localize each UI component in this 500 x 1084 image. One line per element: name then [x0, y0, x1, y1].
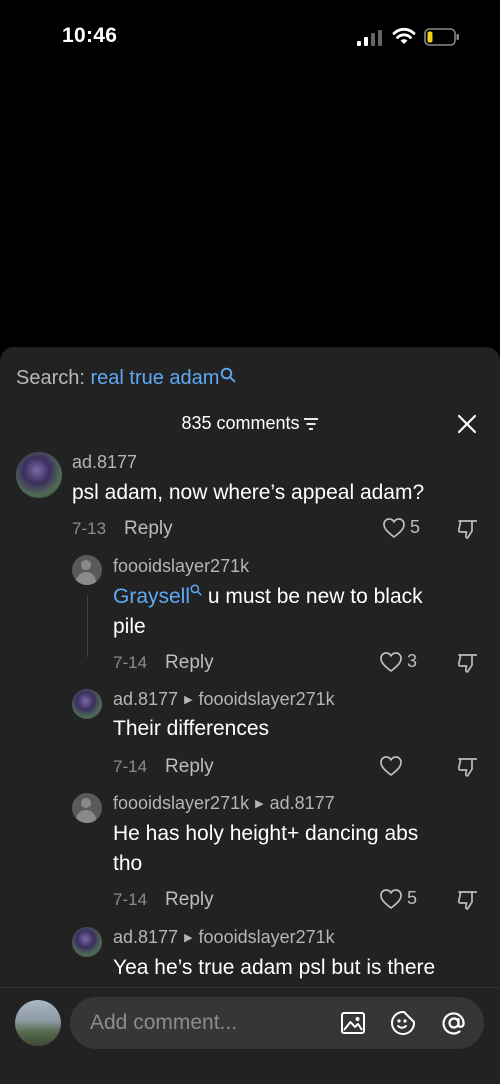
like-button[interactable]: 5: [382, 517, 428, 541]
comment-username[interactable]: ad.8177 ▶ foooidslayer271k: [113, 689, 335, 710]
comment-count: 835 comments: [181, 413, 300, 433]
heart-icon: [380, 889, 402, 910]
filter-icon[interactable]: [303, 417, 319, 431]
reply-author[interactable]: ad.8177: [113, 927, 178, 947]
battery-icon: [424, 28, 459, 46]
reply-arrow-icon: ▶: [255, 798, 264, 810]
comment-date: 7-14: [113, 653, 148, 672]
avatar[interactable]: [16, 452, 62, 498]
search-term[interactable]: real true adam: [90, 367, 219, 389]
reply-target[interactable]: foooidslayer271k: [199, 689, 335, 709]
like-count: 3: [407, 651, 418, 671]
dislike-icon[interactable]: [456, 888, 480, 912]
mention-icon[interactable]: [441, 1010, 467, 1036]
comment-text-line: pile: [113, 615, 146, 638]
dislike-icon[interactable]: [456, 517, 480, 541]
reply-arrow-icon: ▶: [184, 932, 193, 944]
reply-arrow-icon: ▶: [184, 694, 193, 706]
avatar[interactable]: [72, 689, 102, 719]
comment-text: Their differences: [113, 717, 270, 740]
comment-username[interactable]: ad.8177: [72, 452, 137, 473]
comment-count-row[interactable]: 835 comments: [0, 413, 500, 434]
reply-button[interactable]: Reply: [165, 756, 214, 777]
dislike-icon[interactable]: [456, 755, 480, 779]
emoji-icon[interactable]: [390, 1010, 416, 1036]
comment-date: 7-13: [72, 519, 107, 538]
comment-date: 7-14: [113, 890, 148, 909]
status-bar: 10:46: [0, 0, 500, 70]
comment-text: psl adam, now where’s appeal adam?: [72, 481, 425, 504]
signal-icon: [357, 30, 382, 46]
user-avatar[interactable]: [15, 1000, 61, 1046]
mention-link[interactable]: Graysell: [113, 585, 190, 608]
comment-meta: 7-13 Reply: [72, 518, 173, 540]
comment-text: Yea he’s true adam psl but is there: [113, 956, 436, 979]
comments-panel: Search: real true adam 835 comments ad.8…: [0, 347, 500, 1084]
comment-text: Graysell u must be new to black pile: [113, 582, 483, 642]
reply-button[interactable]: Reply: [124, 518, 173, 539]
comment-text-line: tho: [113, 852, 143, 875]
comment-text-line: u must be new to black: [202, 585, 423, 608]
search-icon: [190, 584, 202, 596]
comment-meta: 7-14 Reply: [113, 889, 214, 911]
video-area[interactable]: [0, 70, 500, 348]
image-icon[interactable]: [340, 1010, 366, 1036]
thread-line: [87, 595, 88, 657]
wifi-icon: [392, 27, 416, 44]
like-button[interactable]: 5: [379, 888, 425, 912]
reply-target[interactable]: ad.8177: [270, 793, 335, 813]
close-icon[interactable]: [456, 413, 478, 435]
heart-icon: [380, 652, 402, 673]
comment-composer: Add comment...: [0, 987, 500, 1084]
reply-button[interactable]: Reply: [165, 889, 214, 910]
comment-username[interactable]: foooidslayer271k: [113, 556, 249, 577]
search-icon: [221, 367, 236, 383]
like-button[interactable]: 3: [379, 651, 425, 675]
reply-author[interactable]: foooidslayer271k: [113, 793, 249, 813]
avatar[interactable]: [72, 793, 102, 823]
comment-meta: 7-14 Reply: [113, 756, 214, 778]
comment-meta: 7-14 Reply: [113, 652, 214, 674]
reply-author[interactable]: ad.8177: [113, 689, 178, 709]
comment-text: He has holy height+ dancing abs tho: [113, 819, 483, 879]
comment-username[interactable]: foooidslayer271k ▶ ad.8177: [113, 793, 335, 814]
like-count: 5: [410, 517, 421, 537]
like-button[interactable]: [379, 755, 409, 779]
heart-icon: [383, 518, 405, 539]
reply-target[interactable]: foooidslayer271k: [199, 927, 335, 947]
like-count: 5: [407, 888, 418, 908]
avatar[interactable]: [72, 555, 102, 585]
reply-button[interactable]: Reply: [165, 652, 214, 673]
comment-input-placeholder: Add comment...: [90, 1011, 238, 1034]
comment-username[interactable]: ad.8177 ▶ foooidslayer271k: [113, 927, 335, 948]
search-prefix: Search:: [16, 367, 91, 389]
comment-input[interactable]: Add comment...: [70, 997, 484, 1049]
comment-date: 7-14: [113, 757, 148, 776]
search-suggestion[interactable]: Search: real true adam: [16, 367, 236, 390]
comment-text-line: He has holy height+ dancing abs: [113, 822, 419, 845]
avatar[interactable]: [72, 927, 102, 957]
heart-icon: [380, 756, 402, 777]
dislike-icon[interactable]: [456, 651, 480, 675]
status-time: 10:46: [62, 24, 118, 47]
